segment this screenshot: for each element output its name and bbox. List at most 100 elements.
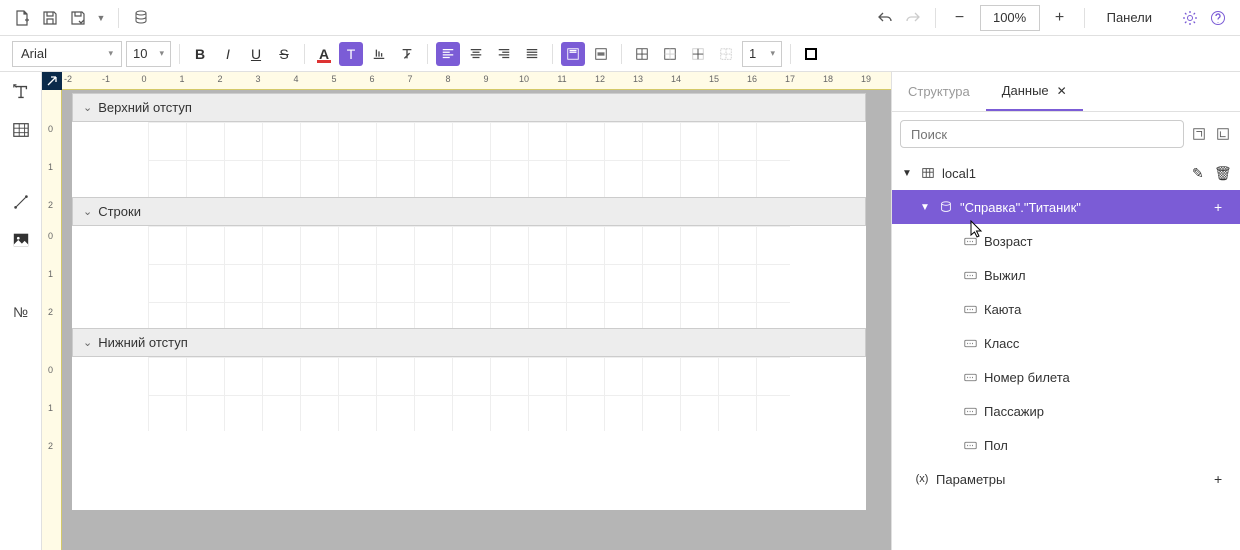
field-icon (962, 235, 978, 248)
add-icon[interactable]: + (1214, 471, 1230, 487)
font-size-select[interactable]: 10▾ (126, 41, 171, 67)
line-tool-icon[interactable] (9, 190, 33, 214)
chevron-down-icon[interactable]: ▼ (96, 8, 106, 28)
italic-button[interactable]: I (216, 42, 240, 66)
text-tool-icon[interactable] (9, 80, 33, 104)
field-row[interactable]: Выжил (892, 258, 1240, 292)
band-margin (72, 226, 148, 328)
delete-icon[interactable]: 🗑 (1214, 165, 1230, 182)
zoom-in-button[interactable]: + (1048, 6, 1072, 30)
field-icon (962, 439, 978, 452)
underline-button[interactable]: U (244, 42, 268, 66)
align-left-button[interactable] (436, 42, 460, 66)
band-margin-right (790, 226, 866, 328)
table-row[interactable]: ▼ "Справка"."Титаник" + (892, 190, 1240, 224)
font-select[interactable]: Arial▾ (12, 41, 122, 67)
data-tree: ▼ local1 ✎ 🗑 ▼ "Справка"."Титаник" + Воз… (892, 156, 1240, 550)
strikethrough-button[interactable]: S (272, 42, 296, 66)
band-margin-right (790, 357, 866, 431)
band-body[interactable] (72, 226, 866, 328)
valign-top-button[interactable] (561, 42, 585, 66)
band: ⌄Нижний отступ (72, 328, 866, 431)
separator (118, 8, 119, 28)
close-icon[interactable]: ✕ (1057, 84, 1067, 98)
table-tool-icon[interactable] (9, 118, 33, 142)
search-input[interactable] (900, 120, 1184, 148)
font-color-button[interactable]: A (313, 42, 335, 66)
field-icon (962, 337, 978, 350)
separator (621, 44, 622, 64)
band-header[interactable]: ⌄Верхний отступ (72, 93, 866, 122)
design-surface[interactable]: ⌄Верхний отступ ⌄Строки ⌄Нижний отступ (62, 90, 891, 550)
field-row[interactable]: Возраст (892, 224, 1240, 258)
add-icon[interactable]: + (1214, 199, 1230, 215)
chevron-down-icon[interactable]: ⌄ (83, 336, 92, 349)
align-baseline-button[interactable] (367, 42, 391, 66)
separator (552, 44, 553, 64)
datasource-row[interactable]: ▼ local1 ✎ 🗑 (892, 156, 1240, 190)
band-body[interactable] (72, 357, 866, 431)
band-body[interactable] (72, 122, 866, 197)
help-icon[interactable] (1208, 8, 1228, 28)
band: ⌄Строки (72, 197, 866, 328)
gear-icon[interactable] (1180, 8, 1200, 28)
text-mode-button[interactable]: T (339, 42, 363, 66)
border-width-value: 1 (749, 46, 756, 61)
new-icon[interactable] (12, 8, 32, 28)
field-row[interactable]: Класс (892, 326, 1240, 360)
parameters-row[interactable]: (x) Параметры + (892, 462, 1240, 496)
chevron-down-icon[interactable]: ▼ (902, 168, 914, 179)
rectangle-tool-button[interactable] (799, 42, 823, 66)
canvas: -2-1012345678910111213141516171819 01201… (42, 72, 891, 550)
separator (790, 44, 791, 64)
chevron-down-icon[interactable]: ⌄ (83, 101, 92, 114)
tab-structure[interactable]: Структура (892, 72, 986, 111)
border-outer-button[interactable] (658, 42, 682, 66)
vertical-ruler: 012012012 (42, 90, 62, 550)
zoom-input[interactable]: 100% (980, 5, 1040, 31)
format-toolbar: Arial▾ 10▾ B I U S A T 1▾ (0, 36, 1240, 72)
field-icon (962, 303, 978, 316)
number-tool-icon[interactable]: № (9, 300, 33, 324)
grid (148, 357, 790, 431)
panels-button[interactable]: Панели (1097, 6, 1162, 29)
band-header[interactable]: ⌄Нижний отступ (72, 328, 866, 357)
save-as-icon[interactable] (68, 8, 88, 28)
chevron-down-icon[interactable]: ▼ (920, 202, 932, 213)
main-toolbar: ▼ − 100% + Панели (0, 0, 1240, 36)
collapse-icon[interactable] (1214, 125, 1232, 143)
chevron-down-icon[interactable]: ⌄ (83, 205, 92, 218)
edit-icon[interactable]: ✎ (1192, 165, 1208, 182)
field-icon (962, 371, 978, 384)
field-row[interactable]: Пол (892, 428, 1240, 462)
valign-middle-button[interactable] (589, 42, 613, 66)
separator (935, 8, 936, 28)
datasource-icon (920, 166, 936, 180)
band-header[interactable]: ⌄Строки (72, 197, 866, 226)
align-right-button[interactable] (492, 42, 516, 66)
align-justify-button[interactable] (520, 42, 544, 66)
clear-format-button[interactable] (395, 42, 419, 66)
field-row[interactable]: Номер билета (892, 360, 1240, 394)
field-label: Номер билета (984, 370, 1230, 385)
horizontal-ruler: -2-1012345678910111213141516171819 (62, 72, 891, 90)
save-icon[interactable] (40, 8, 60, 28)
expand-icon[interactable] (1190, 125, 1208, 143)
align-center-button[interactable] (464, 42, 488, 66)
ruler-corner[interactable] (42, 72, 62, 90)
zoom-out-button[interactable]: − (948, 6, 972, 30)
field-label: Пассажир (984, 404, 1230, 419)
border-inner-button[interactable] (686, 42, 710, 66)
border-width-select[interactable]: 1▾ (742, 41, 782, 67)
border-all-button[interactable] (630, 42, 654, 66)
undo-icon[interactable] (875, 8, 895, 28)
bold-button[interactable]: B (188, 42, 212, 66)
database-icon[interactable] (131, 8, 151, 28)
panel-tabs: Структура Данные✕ (892, 72, 1240, 112)
field-row[interactable]: Каюта (892, 292, 1240, 326)
redo-icon[interactable] (903, 8, 923, 28)
border-none-button[interactable] (714, 42, 738, 66)
tab-data[interactable]: Данные✕ (986, 72, 1083, 111)
field-row[interactable]: Пассажир (892, 394, 1240, 428)
image-tool-icon[interactable] (9, 228, 33, 252)
